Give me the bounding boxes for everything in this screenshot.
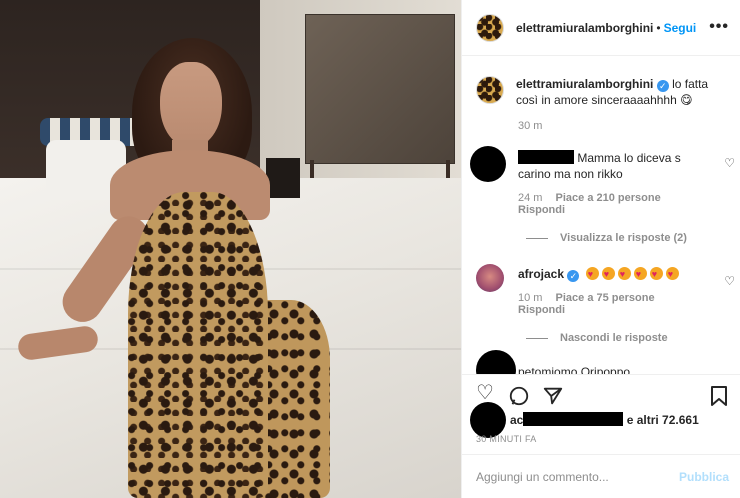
heart-eyes-emoji-icon — [617, 266, 631, 282]
author-avatar[interactable] — [476, 13, 504, 42]
nightstand — [266, 158, 300, 198]
heart-eyes-emoji-icon — [665, 266, 679, 282]
leopard-jumpsuit — [128, 192, 268, 498]
reply-item-partial: petomiomo Oripoppo — [470, 350, 735, 374]
likes-count: e altri 72.661 — [626, 413, 699, 427]
post-photo[interactable] — [0, 0, 461, 498]
caption-username[interactable]: elettramiuralamborghini — [516, 77, 653, 91]
comment-text: afrojack ✓ — [518, 266, 712, 282]
comment-username[interactable]: afrojack — [518, 267, 564, 281]
replies-line — [526, 237, 548, 239]
comment-likes[interactable]: Piace a 75 persone — [556, 292, 655, 304]
face — [160, 62, 222, 148]
heart-eyes-emoji-icon — [633, 266, 647, 282]
reply-button[interactable]: Rispondi — [518, 204, 565, 216]
add-comment-bar: Pubblica — [462, 454, 740, 498]
view-replies-button[interactable]: Visualizza le risposte (2) — [526, 232, 687, 244]
afrojack-avatar[interactable] — [476, 264, 504, 292]
hide-replies-button[interactable]: Nascondi le risposte — [526, 332, 668, 344]
comment-time: 24 m — [518, 192, 543, 204]
post-side-panel: elettramiuralamborghini • Segui ••• elet… — [461, 0, 740, 498]
redacted-liker — [523, 412, 624, 426]
reply-button[interactable]: Rispondi — [518, 304, 565, 316]
caption-timestamp: 30 m — [518, 120, 543, 132]
comment-body: Mamma lo diceva s — [577, 151, 681, 165]
follow-button[interactable]: Segui — [664, 21, 697, 35]
hide-replies-label: Nascondi le risposte — [560, 332, 668, 344]
liker-avatar-redacted[interactable] — [470, 402, 506, 438]
caption-avatar[interactable] — [476, 76, 504, 104]
comment-input[interactable] — [476, 469, 676, 484]
heart-eyes-emoji-group — [583, 266, 679, 282]
heart-eyes-emoji-icon — [585, 266, 599, 282]
reply-avatar-redacted[interactable] — [476, 350, 516, 374]
reply-text-partial: petomiomo Oripoppo — [518, 365, 631, 374]
comment-likes[interactable]: Piace a 210 persone — [556, 192, 661, 204]
heart-eyes-emoji-icon — [601, 266, 615, 282]
post-time-ago: 30 MINUTI FA — [476, 434, 537, 444]
likes-prefix: ac — [510, 413, 524, 427]
likes-summary: ac e altri 72.661 — [470, 402, 735, 438]
verified-badge-icon: ✓ — [656, 80, 669, 92]
post-caption: elettramiuralamborghini ✓ lo fatta così … — [476, 76, 732, 108]
wardrobe — [305, 14, 455, 164]
replies-line — [526, 337, 548, 339]
separator-dot: • — [656, 20, 661, 35]
like-comment-heart-icon[interactable]: ♡ — [724, 274, 735, 288]
comment-item: Mamma lo diceva s carino ma non rikko ♡ … — [470, 146, 735, 246]
comment-time: 10 m — [518, 292, 543, 304]
comment-item: afrojack ✓ ♡ 10 m Piace a 75 persone Ris… — [470, 264, 735, 364]
heart-eyes-emoji-icon — [649, 266, 663, 282]
view-replies-label: Visualizza le risposte (2) — [560, 232, 687, 244]
redacted-username — [518, 150, 574, 164]
comment-meta: 24 m Piace a 210 persone — [518, 192, 671, 204]
author-username[interactable]: elettramiuralamborghini — [516, 21, 653, 35]
post-header: elettramiuralamborghini • Segui ••• — [462, 0, 740, 56]
heart-outline-icon[interactable]: ♡ — [476, 383, 494, 403]
more-options-icon[interactable]: ••• — [709, 18, 729, 36]
commenter-avatar-redacted[interactable] — [470, 146, 506, 182]
caption-text: elettramiuralamborghini ✓ lo fatta così … — [516, 76, 728, 108]
publish-button[interactable]: Pubblica — [679, 470, 729, 484]
comment-text: Mamma lo diceva s carino ma non rikko — [518, 150, 712, 182]
comment-body-line2: carino ma non rikko — [518, 167, 623, 181]
verified-badge-icon: ✓ — [567, 270, 580, 282]
comment-meta: 10 m Piace a 75 persone — [518, 292, 665, 304]
likes-text[interactable]: ac e altri 72.661 — [510, 412, 699, 427]
like-comment-heart-icon[interactable]: ♡ — [724, 156, 735, 170]
caption-emoji: 😋 — [680, 93, 693, 107]
